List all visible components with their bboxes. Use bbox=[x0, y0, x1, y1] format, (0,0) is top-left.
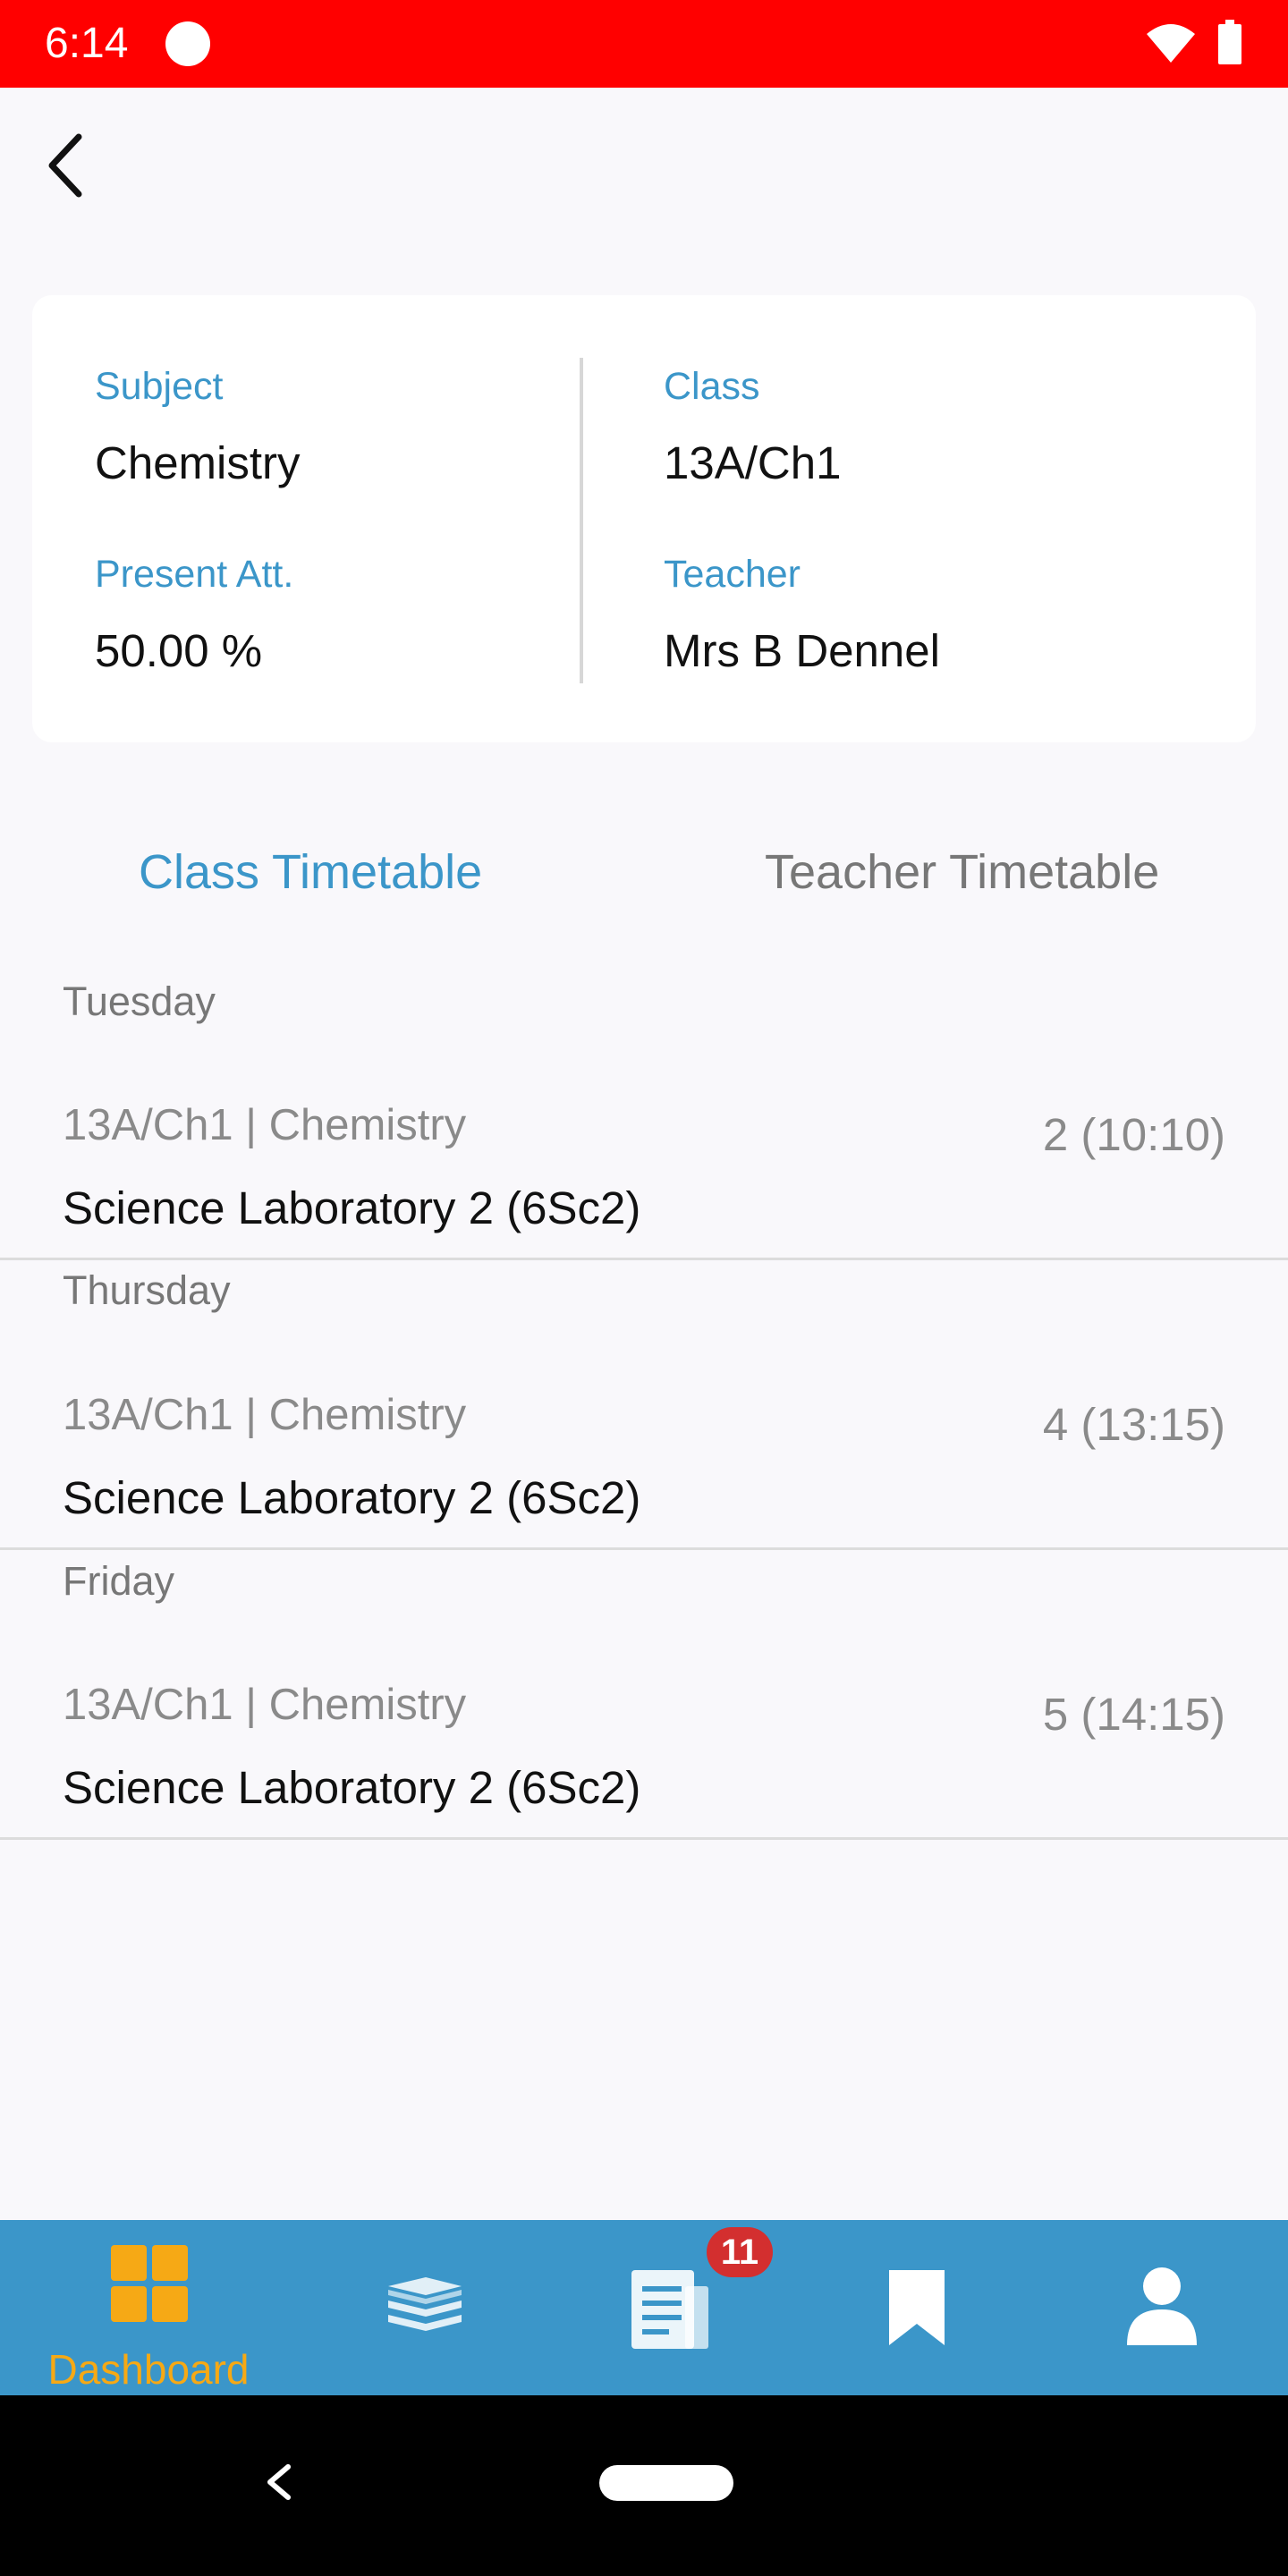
teacher-label: Teacher bbox=[664, 553, 801, 596]
notification-dot-icon bbox=[165, 21, 210, 66]
system-home-button[interactable] bbox=[599, 2465, 733, 2501]
timetable-entry[interactable]: 13A/Ch1 | Chemistry Science Laboratory 2… bbox=[0, 1678, 1288, 1875]
entry-subject: 13A/Ch1 | Chemistry bbox=[63, 1681, 467, 1729]
entry-divider bbox=[0, 1547, 1288, 1550]
day-label-tuesday: Tuesday bbox=[63, 979, 216, 1024]
class-value: 13A/Ch1 bbox=[664, 437, 842, 488]
books-icon bbox=[388, 2277, 462, 2331]
dashboard-icon bbox=[111, 2245, 188, 2322]
day-label-friday: Friday bbox=[63, 1558, 175, 1604]
nav-dashboard[interactable]: Dashboard bbox=[41, 2220, 256, 2395]
attendance-value: 50.00 % bbox=[95, 625, 263, 676]
class-info-card: Subject Chemistry Present Att. 50.00 % C… bbox=[32, 295, 1256, 742]
system-navigation-bar bbox=[0, 2395, 1288, 2576]
notification-badge: 11 bbox=[707, 2227, 773, 2277]
back-button[interactable] bbox=[36, 125, 93, 206]
profile-icon bbox=[1127, 2267, 1197, 2345]
document-icon bbox=[631, 2270, 708, 2349]
subject-value: Chemistry bbox=[95, 437, 301, 488]
nav-books[interactable] bbox=[358, 2220, 492, 2395]
nav-profile[interactable] bbox=[1095, 2220, 1229, 2395]
day-label-thursday: Thursday bbox=[63, 1267, 231, 1313]
chevron-left-icon bbox=[48, 133, 82, 198]
entry-room: Science Laboratory 2 (6Sc2) bbox=[63, 1472, 641, 1523]
class-label: Class bbox=[664, 365, 760, 408]
nav-dashboard-label: Dashboard bbox=[47, 2346, 250, 2393]
entry-subject: 13A/Ch1 | Chemistry bbox=[63, 1391, 467, 1439]
entry-period: 5 (14:15) bbox=[1042, 1689, 1225, 1740]
system-back-icon[interactable] bbox=[259, 2451, 295, 2513]
bookmark-icon bbox=[889, 2270, 945, 2345]
info-divider bbox=[580, 358, 583, 683]
status-bar: 6:14 bbox=[0, 0, 1288, 88]
entry-period: 2 (10:10) bbox=[1042, 1109, 1225, 1160]
battery-icon bbox=[1218, 20, 1241, 64]
entry-room: Science Laboratory 2 (6Sc2) bbox=[63, 1182, 641, 1233]
entry-period: 4 (13:15) bbox=[1042, 1399, 1225, 1450]
nav-bookmarks[interactable] bbox=[850, 2220, 984, 2395]
entry-divider bbox=[0, 1258, 1288, 1260]
entry-divider bbox=[0, 1837, 1288, 1840]
teacher-value: Mrs B Dennel bbox=[664, 625, 940, 676]
wifi-icon bbox=[1147, 24, 1195, 63]
subject-label: Subject bbox=[95, 365, 224, 408]
attendance-label: Present Att. bbox=[95, 553, 294, 596]
status-time: 6:14 bbox=[45, 20, 129, 67]
tab-class-timetable[interactable]: Class Timetable bbox=[139, 841, 482, 903]
bottom-navigation: Dashboard bbox=[0, 2220, 1288, 2395]
entry-subject: 13A/Ch1 | Chemistry bbox=[63, 1101, 467, 1149]
entry-room: Science Laboratory 2 (6Sc2) bbox=[63, 1762, 641, 1813]
tab-teacher-timetable[interactable]: Teacher Timetable bbox=[765, 841, 1159, 903]
timetable-entry[interactable]: 13A/Ch1 | Chemistry Science Laboratory 2… bbox=[0, 1388, 1288, 1585]
